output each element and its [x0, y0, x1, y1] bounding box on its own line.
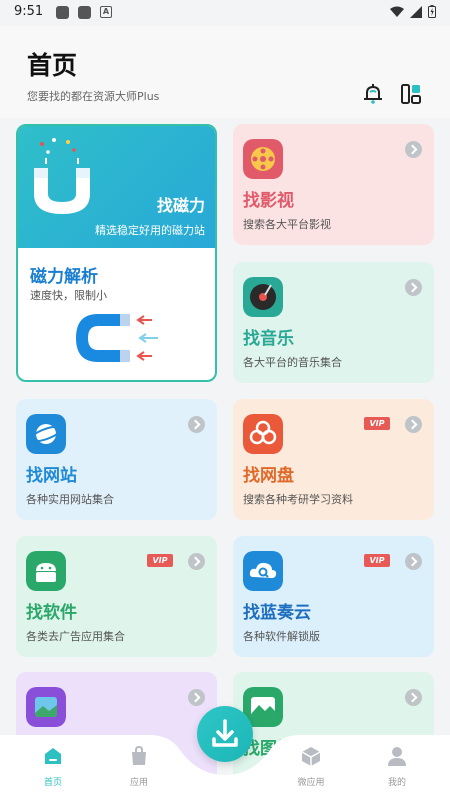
- notification-a-icon: A: [100, 6, 112, 18]
- home-icon: [45, 748, 61, 764]
- chevron-right-icon: [405, 279, 422, 296]
- signal-icon: [410, 5, 422, 18]
- nav-label: 我的: [387, 778, 406, 788]
- chevron-right-icon: [405, 141, 422, 158]
- magnet-parse-title: 磁力解析: [30, 267, 98, 287]
- page-title: 首页: [27, 51, 78, 80]
- chevron-right-icon: [405, 416, 422, 433]
- card-subtitle: 搜索各种考研学习资料: [243, 493, 353, 506]
- nav-label: 首页: [43, 778, 62, 788]
- card-title: 找网盘: [243, 466, 294, 486]
- page-subtitle: 您要找的都在资源大师Plus: [27, 90, 160, 103]
- nav-label: 应用: [129, 778, 148, 788]
- grid-icon: [401, 84, 421, 104]
- magnet-parse-subtitle: 速度快，限制小: [30, 289, 107, 302]
- user-icon: [388, 747, 406, 766]
- card-subtitle: 各种实用网站集合: [26, 493, 114, 506]
- nav-label: 微应用: [297, 778, 325, 788]
- card-software[interactable]: VIP 找软件 各类去广告应用集合: [16, 536, 217, 657]
- battery-icon: [428, 5, 436, 18]
- vinyl-record-icon: [243, 277, 283, 317]
- magnet-u-icon: [34, 138, 90, 214]
- card-title: 找软件: [26, 603, 77, 623]
- vip-badge: VIP: [364, 417, 390, 430]
- card-lanzou[interactable]: VIP 找蓝奏云 各种软件解锁版: [233, 536, 434, 657]
- card-subtitle: 各类去广告应用集合: [26, 630, 125, 643]
- card-film[interactable]: 找影视 搜索各大平台影视: [233, 124, 434, 245]
- status-time: 9:51: [14, 4, 44, 19]
- android-icon: [26, 551, 66, 591]
- chevron-right-icon: [405, 689, 422, 706]
- notification-bell-button[interactable]: [361, 82, 385, 106]
- layout-switch-button[interactable]: [399, 82, 423, 106]
- vip-badge: VIP: [364, 554, 390, 567]
- magnet-parse-icon: [76, 314, 158, 362]
- system-icons: [390, 5, 436, 18]
- nav-item-micro-apps[interactable]: 微应用: [281, 745, 341, 788]
- magnet-card[interactable]: 找磁力 精选稳定好用的磁力站 磁力解析 速度快，限制小: [16, 124, 217, 382]
- chevron-right-icon: [188, 416, 205, 433]
- cloud-disk-icon: [243, 414, 283, 454]
- card-music[interactable]: 找音乐 各大平台的音乐集合: [233, 262, 434, 383]
- card-subtitle: 各大平台的音乐集合: [243, 356, 342, 369]
- nav-item-mine[interactable]: 我的: [367, 745, 427, 788]
- planet-icon: [26, 414, 66, 454]
- status-bar: 9:51 A: [0, 0, 450, 26]
- card-title: 找蓝奏云: [243, 603, 311, 623]
- nav-item-home[interactable]: 首页: [23, 745, 83, 788]
- card-subtitle: 各种软件解锁版: [243, 630, 320, 643]
- card-subtitle: 搜索各大平台影视: [243, 218, 331, 231]
- chevron-right-icon: [405, 553, 422, 570]
- card-website[interactable]: 找网站 各种实用网站集合: [16, 399, 217, 520]
- download-icon: [212, 719, 238, 747]
- notification-icon: [78, 6, 91, 19]
- vip-badge: VIP: [147, 554, 173, 567]
- download-button[interactable]: [197, 706, 253, 762]
- cube-icon: [301, 747, 321, 766]
- card-title: 找网站: [26, 466, 77, 486]
- nav-item-apps[interactable]: 应用: [109, 745, 169, 788]
- card-title: 找影视: [243, 191, 294, 211]
- card-title: 找音乐: [243, 329, 294, 349]
- film-reel-icon: [243, 139, 283, 179]
- chevron-right-icon: [188, 553, 205, 570]
- wifi-icon: [390, 6, 404, 17]
- header: 首页 您要找的都在资源大师Plus: [0, 26, 450, 118]
- bell-icon: [364, 84, 382, 104]
- bag-icon: [132, 745, 146, 765]
- magnet-card-subtitle: 精选稳定好用的磁力站: [95, 224, 205, 237]
- card-netdisk[interactable]: VIP 找网盘 搜索各种考研学习资料: [233, 399, 434, 520]
- magnet-card-banner: 找磁力 精选稳定好用的磁力站: [18, 126, 215, 248]
- magnet-card-title: 找磁力: [156, 196, 205, 215]
- chevron-right-icon: [188, 689, 205, 706]
- cloud-search-icon: [243, 551, 283, 591]
- notification-icon: [56, 6, 69, 19]
